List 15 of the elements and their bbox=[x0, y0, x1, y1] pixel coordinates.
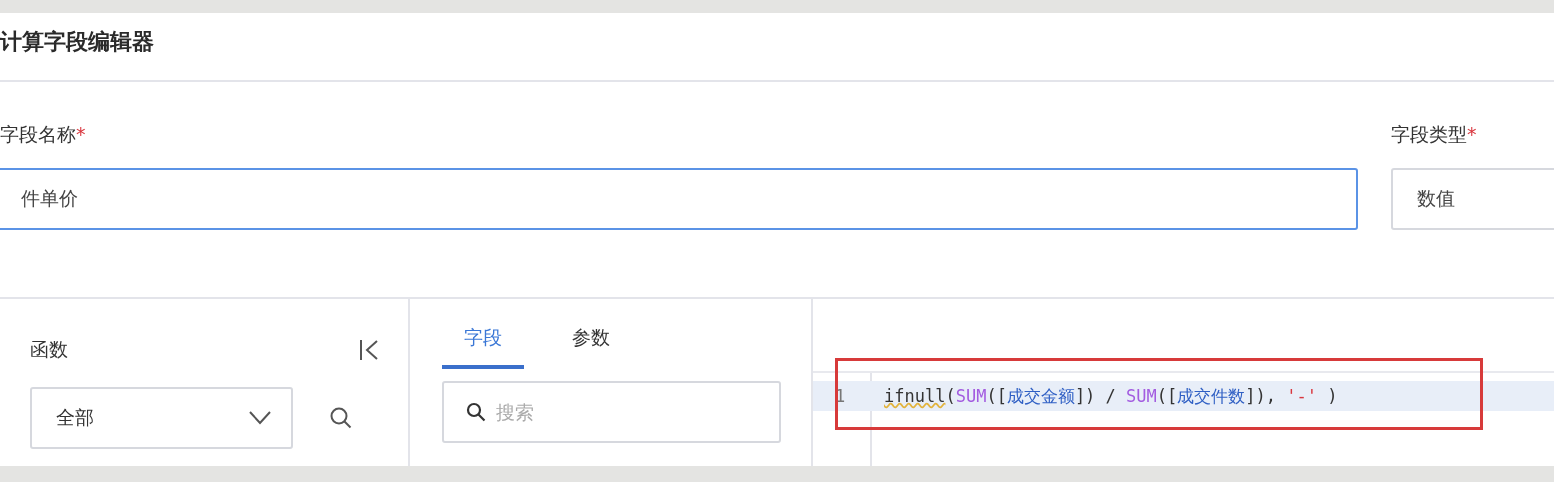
code-text[interactable]: ifnull(SUM([成交金额]) / SUM([成交件数]), '-' ) bbox=[870, 384, 1338, 408]
search-icon bbox=[466, 402, 486, 422]
tab[interactable]: 参数 bbox=[550, 317, 632, 369]
field-label: 字段名称* bbox=[0, 122, 87, 147]
panel-label: 函数 bbox=[30, 337, 68, 362]
chevron-down-icon bbox=[249, 411, 271, 425]
dialog-title: 计算字段编辑器 bbox=[0, 27, 154, 56]
search-field[interactable]: 搜索 bbox=[442, 381, 781, 443]
type-select[interactable]: 数值 bbox=[1391, 168, 1554, 230]
search-icon[interactable] bbox=[329, 406, 353, 430]
name-input-field[interactable]: 件单价 bbox=[0, 168, 1358, 230]
category-select[interactable]: 全部 bbox=[30, 387, 293, 449]
tab[interactable]: 字段 bbox=[442, 317, 524, 369]
collapse-icon[interactable] bbox=[358, 338, 380, 362]
field-label: 字段类型* bbox=[1391, 122, 1478, 147]
